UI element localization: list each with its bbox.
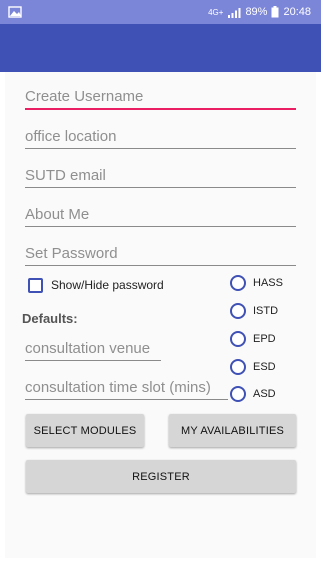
battery-percentage: 89% bbox=[245, 6, 268, 18]
select-modules-button[interactable]: SELECT MODULES bbox=[26, 414, 144, 447]
app-bar bbox=[0, 24, 321, 72]
email-placeholder: SUTD email bbox=[25, 167, 106, 184]
app-screen: 4G+ 89% 20:48 Create Username office loc… bbox=[0, 0, 321, 563]
network-type-label: 4G+ bbox=[208, 7, 224, 17]
radio-button[interactable] bbox=[230, 331, 246, 347]
status-right: 4G+ 89% 20:48 bbox=[208, 0, 311, 24]
consultation-venue-input[interactable]: consultation venue bbox=[25, 325, 161, 361]
radio-button[interactable] bbox=[230, 303, 246, 319]
register-button[interactable]: REGISTER bbox=[26, 460, 296, 493]
show-hide-password-toggle[interactable]: Show/Hide password bbox=[28, 275, 164, 295]
show-password-checkbox[interactable] bbox=[28, 277, 43, 293]
pillar-option-istd[interactable]: ISTD bbox=[230, 301, 278, 321]
my-availabilities-button[interactable]: MY AVAILABILITIES bbox=[169, 414, 296, 447]
email-input[interactable]: SUTD email bbox=[25, 152, 296, 188]
show-hide-password-label: Show/Hide password bbox=[51, 278, 164, 292]
pillar-option-epd[interactable]: EPD bbox=[230, 329, 276, 349]
username-input[interactable]: Create Username bbox=[25, 74, 296, 110]
signal-icon bbox=[228, 7, 241, 18]
pillar-option-asd[interactable]: ASD bbox=[230, 384, 276, 404]
pillar-label: ESD bbox=[253, 361, 276, 373]
radio-button[interactable] bbox=[230, 386, 246, 402]
password-input[interactable]: Set Password bbox=[25, 230, 296, 266]
pillar-label: ISTD bbox=[253, 305, 279, 317]
clock: 20:48 bbox=[283, 6, 311, 18]
office-location-input[interactable]: office location bbox=[25, 113, 296, 149]
status-bar: 4G+ 89% 20:48 bbox=[0, 0, 321, 24]
radio-button[interactable] bbox=[230, 275, 246, 291]
consultation-venue-placeholder: consultation venue bbox=[25, 340, 151, 357]
consultation-slot-placeholder: consultation time slot (mins) bbox=[25, 379, 211, 396]
username-placeholder: Create Username bbox=[25, 88, 144, 105]
consultation-slot-input[interactable]: consultation time slot (mins) bbox=[25, 364, 228, 400]
pillar-label: ASD bbox=[253, 388, 276, 400]
about-me-placeholder: About Me bbox=[25, 206, 90, 223]
radio-button[interactable] bbox=[230, 359, 246, 375]
pillar-label: HASS bbox=[253, 277, 283, 289]
password-placeholder: Set Password bbox=[25, 245, 118, 262]
pillar-label: EPD bbox=[253, 333, 276, 345]
defaults-label: Defaults: bbox=[22, 311, 78, 326]
pillar-option-hass[interactable]: HASS bbox=[230, 273, 283, 293]
office-location-placeholder: office location bbox=[25, 128, 117, 145]
registration-form: Create Username office location SUTD ema… bbox=[5, 72, 316, 558]
battery-icon bbox=[271, 6, 279, 18]
gallery-notification-icon bbox=[8, 6, 22, 18]
pillar-option-esd[interactable]: ESD bbox=[230, 357, 276, 377]
about-me-input[interactable]: About Me bbox=[25, 191, 296, 227]
